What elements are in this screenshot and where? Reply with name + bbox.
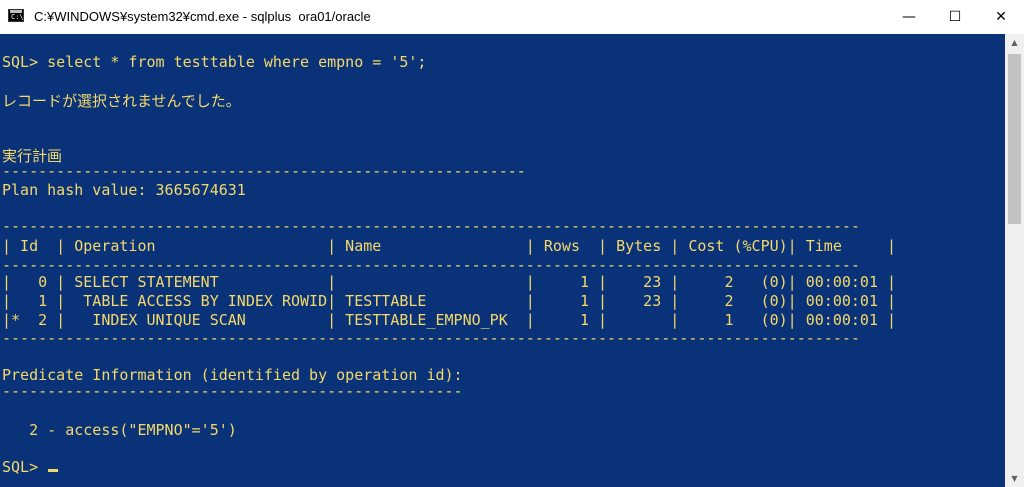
plan-hash-value: Plan hash value: 3665674631 <box>2 181 246 199</box>
vertical-scrollbar[interactable]: ▲ ▼ <box>1005 34 1024 487</box>
separator-line: ----------------------------------------… <box>2 162 526 180</box>
plan-table-row: | 1 | TABLE ACCESS BY INDEX ROWID| TESTT… <box>2 292 897 310</box>
table-border-bottom: ----------------------------------------… <box>2 329 860 347</box>
plan-table-header: | Id | Operation | Name | Rows | Bytes |… <box>2 237 897 255</box>
maximize-button[interactable]: ☐ <box>932 0 978 34</box>
prompt-text: SQL> <box>2 458 48 476</box>
window-title: C:¥WINDOWS¥system32¥cmd.exe - sqlplus or… <box>34 9 371 24</box>
sql-prompt[interactable]: SQL> <box>2 457 59 477</box>
cmd-icon: C:\ <box>8 9 24 22</box>
scroll-up-arrow-icon[interactable]: ▲ <box>1005 34 1024 51</box>
scroll-down-arrow-icon[interactable]: ▼ <box>1005 470 1024 487</box>
minimize-button[interactable]: — <box>886 0 932 34</box>
close-icon: ✕ <box>995 9 1007 25</box>
maximize-icon: ☐ <box>948 9 962 25</box>
predicate-access-line: 2 - access("EMPNO"='5') <box>2 421 237 439</box>
console-output[interactable]: SQL> select * from testtable where empno… <box>0 34 1005 487</box>
sql-command-line: SQL> select * from testtable where empno… <box>2 53 427 71</box>
text-cursor <box>48 469 59 472</box>
table-border-top: ----------------------------------------… <box>2 217 860 235</box>
plan-table-row: |* 2 | INDEX UNIQUE SCAN | TESTTABLE_EMP… <box>2 311 897 329</box>
no-rows-message: レコードが選択されませんでした。 <box>2 92 241 110</box>
scrollbar-thumb[interactable] <box>1008 54 1021 224</box>
minimize-icon: — <box>902 9 916 25</box>
plan-table-row: | 0 | SELECT STATEMENT | | 1 | 23 | 2 (0… <box>2 273 897 291</box>
title-bar[interactable]: C:\ C:¥WINDOWS¥system32¥cmd.exe - sqlplu… <box>0 0 1024 34</box>
close-button[interactable]: ✕ <box>978 0 1024 34</box>
separator-line: ----------------------------------------… <box>2 382 463 400</box>
